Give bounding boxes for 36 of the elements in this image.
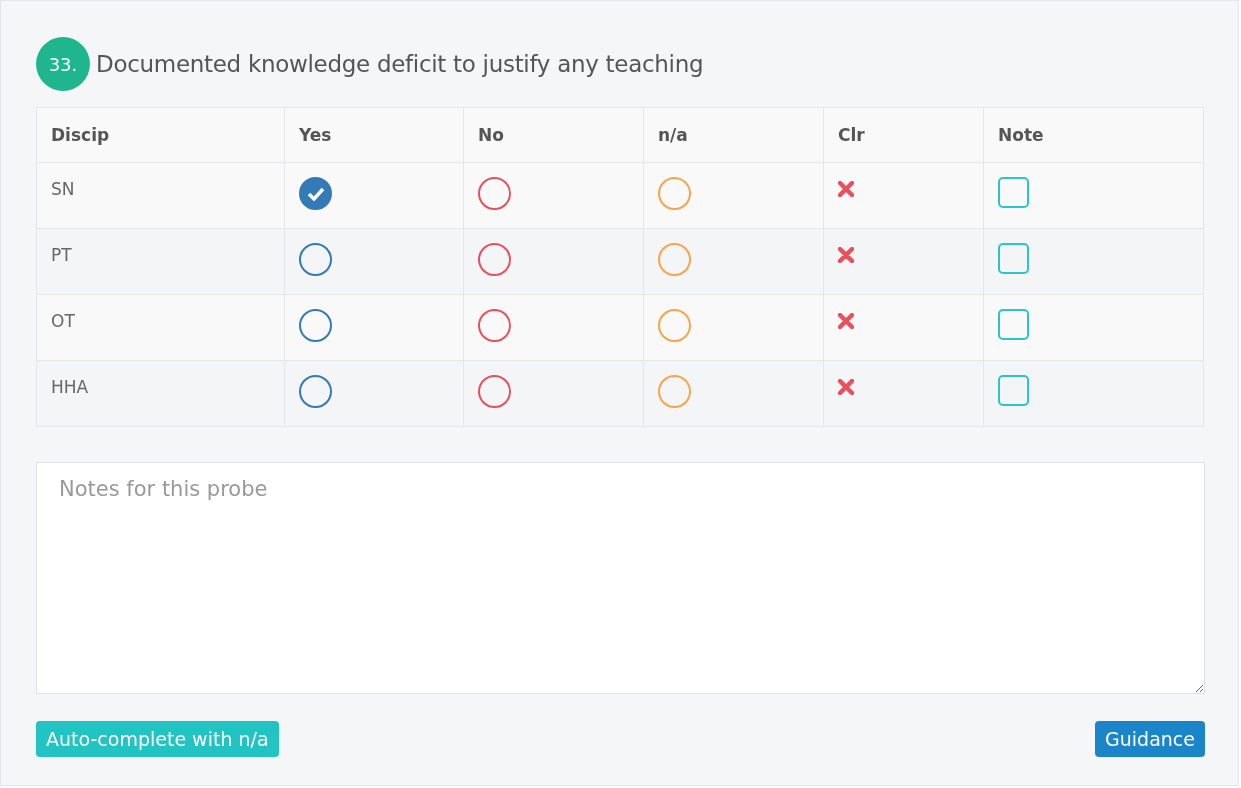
- discipline-label: OT: [51, 310, 75, 331]
- radio-button[interactable]: [478, 309, 511, 342]
- column-header: Discip: [51, 125, 110, 145]
- radio-button[interactable]: [299, 375, 332, 408]
- note-checkbox[interactable]: [998, 375, 1029, 406]
- radio-button[interactable]: [478, 375, 511, 408]
- radio-button[interactable]: [299, 309, 332, 342]
- radio-button[interactable]: [658, 177, 691, 210]
- radio-button[interactable]: [299, 243, 332, 276]
- radio-button[interactable]: [658, 243, 691, 276]
- column-header: No: [478, 125, 504, 145]
- column-header: Clr: [838, 125, 865, 145]
- guidance-button[interactable]: Guidance: [1095, 721, 1205, 757]
- note-checkbox[interactable]: [998, 177, 1029, 208]
- clear-icon[interactable]: [838, 313, 854, 329]
- radio-button[interactable]: [478, 177, 511, 210]
- discipline-label: SN: [51, 178, 75, 199]
- column-header: n/a: [658, 125, 688, 145]
- radio-button[interactable]: [658, 375, 691, 408]
- question-title: Documented knowledge deficit to justify any teaching: [96, 51, 704, 77]
- discipline-label: PT: [51, 244, 72, 265]
- radio-button[interactable]: [658, 309, 691, 342]
- note-checkbox[interactable]: [998, 309, 1029, 340]
- notes-field[interactable]: Notes for this probe: [36, 462, 1205, 694]
- column-header: Yes: [299, 125, 332, 145]
- radio-button[interactable]: [478, 243, 511, 276]
- clear-icon[interactable]: [838, 181, 854, 197]
- clear-icon[interactable]: [838, 247, 854, 263]
- clear-icon[interactable]: [838, 379, 854, 395]
- note-checkbox[interactable]: [998, 243, 1029, 274]
- discipline-label: HHA: [51, 376, 89, 397]
- autocomplete-button[interactable]: Auto-complete with n/a: [36, 721, 279, 757]
- checkmark-icon: [306, 186, 325, 201]
- column-header: Note: [998, 125, 1044, 145]
- question-number: 33.: [36, 37, 90, 91]
- radio-button[interactable]: [299, 177, 332, 210]
